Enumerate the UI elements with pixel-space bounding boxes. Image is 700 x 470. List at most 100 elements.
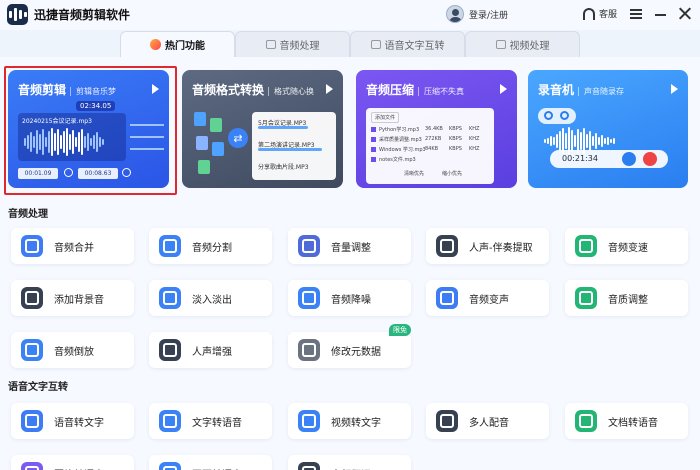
tool-label: 音频分割 [192, 242, 232, 254]
fire-icon [150, 39, 161, 50]
tool-button[interactable]: 人声-伴奏提取 [426, 228, 549, 264]
free-badge: 限免 [389, 324, 411, 336]
text-file-icon [370, 40, 381, 49]
recorder-control-bar: 00:21:34 [550, 150, 668, 168]
tool-button[interactable]: 图片转语音 [11, 455, 134, 470]
compress-panel: 添加文件 Python学习.mp3 36.4KB KBPS KHZ 采样质量调整.mp… [366, 108, 494, 184]
tool-label: 淡入淡出 [192, 294, 232, 306]
recorder-settings[interactable] [538, 108, 576, 124]
tool-icon [21, 410, 43, 432]
tool-button[interactable]: 文字转语音 [149, 403, 272, 439]
tool-button[interactable]: 淡入淡出 [149, 280, 272, 316]
record-timer: 00:21:34 [562, 154, 598, 163]
file-item: 分享歌曲片段.MP3 [258, 164, 309, 171]
tool-button[interactable]: 文档转语音 [565, 403, 688, 439]
tab-video-processing[interactable]: 视频处理 [465, 31, 580, 57]
tool-label: 音质调整 [608, 294, 648, 306]
tool-label: 音频变速 [608, 242, 648, 254]
tool-button[interactable]: 音频分割 [149, 228, 272, 264]
menu-icon[interactable] [630, 9, 642, 19]
tool-icon [298, 462, 320, 470]
tool-label: 音频翻译 [331, 466, 371, 470]
tool-button[interactable]: 音频降噪 [288, 280, 411, 316]
tool-icon [575, 235, 597, 257]
headset-icon [583, 7, 595, 20]
play-icon [500, 84, 507, 94]
tool-label: 音频变声 [469, 294, 509, 306]
tool-icon [436, 410, 458, 432]
tool-button[interactable]: 修改元数据 限免 [288, 324, 411, 368]
card-recorder[interactable]: 录音机 声音随录存 00:21:34 [528, 70, 688, 188]
tool-label: 网页转语音 [192, 466, 242, 470]
login-label: 登录/注册 [469, 10, 509, 21]
avatar-icon [446, 5, 464, 23]
tool-button[interactable]: 音频合并 [11, 228, 134, 264]
tool-button[interactable]: 网页转语音 [149, 455, 272, 470]
tool-button[interactable]: 人声增强 [149, 332, 272, 368]
play-icon [671, 84, 678, 94]
customer-service-button[interactable]: 客服 [583, 7, 617, 20]
card-subtitle: 压缩不失真 [418, 87, 465, 96]
section-speech-title: 语音文字互转 [8, 382, 68, 393]
tab-audio-processing[interactable]: 音频处理 [235, 31, 350, 57]
app-logo-icon [7, 4, 28, 25]
tool-icon [298, 339, 320, 361]
tab-hot-features[interactable]: 热门功能 [120, 31, 235, 57]
card-title: 录音机 [538, 83, 575, 97]
option-clarity[interactable]: 清晰优先 [404, 170, 424, 177]
tool-label: 音频降噪 [331, 294, 371, 306]
tool-label: 添加背景音 [54, 294, 104, 306]
stop-button[interactable] [643, 152, 657, 166]
tool-label: 多人配音 [469, 417, 509, 429]
selection-highlight [4, 66, 177, 195]
tool-icon [575, 410, 597, 432]
tool-label: 音频合并 [54, 242, 94, 254]
customer-service-label: 客服 [599, 10, 618, 20]
tool-label: 文字转语音 [192, 417, 242, 429]
audio-file-icon [265, 40, 276, 49]
tool-icon [436, 287, 458, 309]
tool-label: 修改元数据 [331, 346, 381, 358]
video-icon [495, 40, 506, 49]
tool-button[interactable]: 添加背景音 [11, 280, 134, 316]
tool-button[interactable]: 音频变速 [565, 228, 688, 264]
card-subtitle: 格式随心换 [268, 87, 315, 96]
close-icon[interactable] [678, 7, 691, 20]
card-title: 音频格式转换 [192, 83, 265, 97]
card-audio-compress[interactable]: 音频压缩 压缩不失真 添加文件 Python学习.mp3 36.4KB KBPS KHZ… [356, 70, 517, 188]
tool-button[interactable]: 音频倒放 [11, 332, 134, 368]
tool-label: 视频转文字 [331, 417, 381, 429]
pause-button[interactable] [622, 152, 636, 166]
add-file-button[interactable]: 添加文件 [371, 112, 400, 123]
clock-icon [560, 111, 569, 120]
tool-icon [298, 410, 320, 432]
convert-icon: ⇄ [228, 128, 248, 148]
tool-button[interactable]: 音频翻译 [288, 455, 411, 470]
title-bar: 迅捷音频剪辑软件 登录/注册 客服 [0, 0, 700, 30]
tool-label: 图片转语音 [54, 466, 104, 470]
tool-button[interactable]: 语音转文字 [11, 403, 134, 439]
tool-label: 音量调整 [331, 242, 371, 254]
tool-icon [575, 287, 597, 309]
tool-button[interactable]: 音量调整 [288, 228, 411, 264]
tool-icon [298, 235, 320, 257]
tab-speech-text[interactable]: 语音文字互转 [350, 31, 465, 57]
tool-label: 人声增强 [192, 346, 232, 358]
app-title: 迅捷音频剪辑软件 [34, 8, 131, 22]
card-title: 音频压缩 [366, 83, 415, 97]
tool-button[interactable]: 音频变声 [426, 280, 549, 316]
card-subtitle: 声音随录存 [578, 87, 625, 96]
tool-button[interactable]: 视频转文字 [288, 403, 411, 439]
tool-button[interactable]: 音质调整 [565, 280, 688, 316]
login-button[interactable]: 登录/注册 [446, 5, 508, 23]
tool-icon [159, 339, 181, 361]
option-smaller[interactable]: 缩小优先 [442, 170, 462, 177]
tool-icon [21, 462, 43, 470]
tool-icon [159, 287, 181, 309]
tool-label: 文档转语音 [608, 417, 658, 429]
file-list-panel: 5月会议记录.MP3 第二场演讲记录.MP3 分享歌曲片段.MP3 [252, 112, 336, 180]
card-format-convert[interactable]: 音频格式转换 格式随心换 ⇄ 5月会议记录.MP3 第二场演讲记录.MP3 分享歌… [182, 70, 343, 188]
tool-button[interactable]: 多人配音 [426, 403, 549, 439]
tool-label: 人声-伴奏提取 [469, 242, 533, 254]
minimize-icon[interactable] [655, 14, 666, 16]
